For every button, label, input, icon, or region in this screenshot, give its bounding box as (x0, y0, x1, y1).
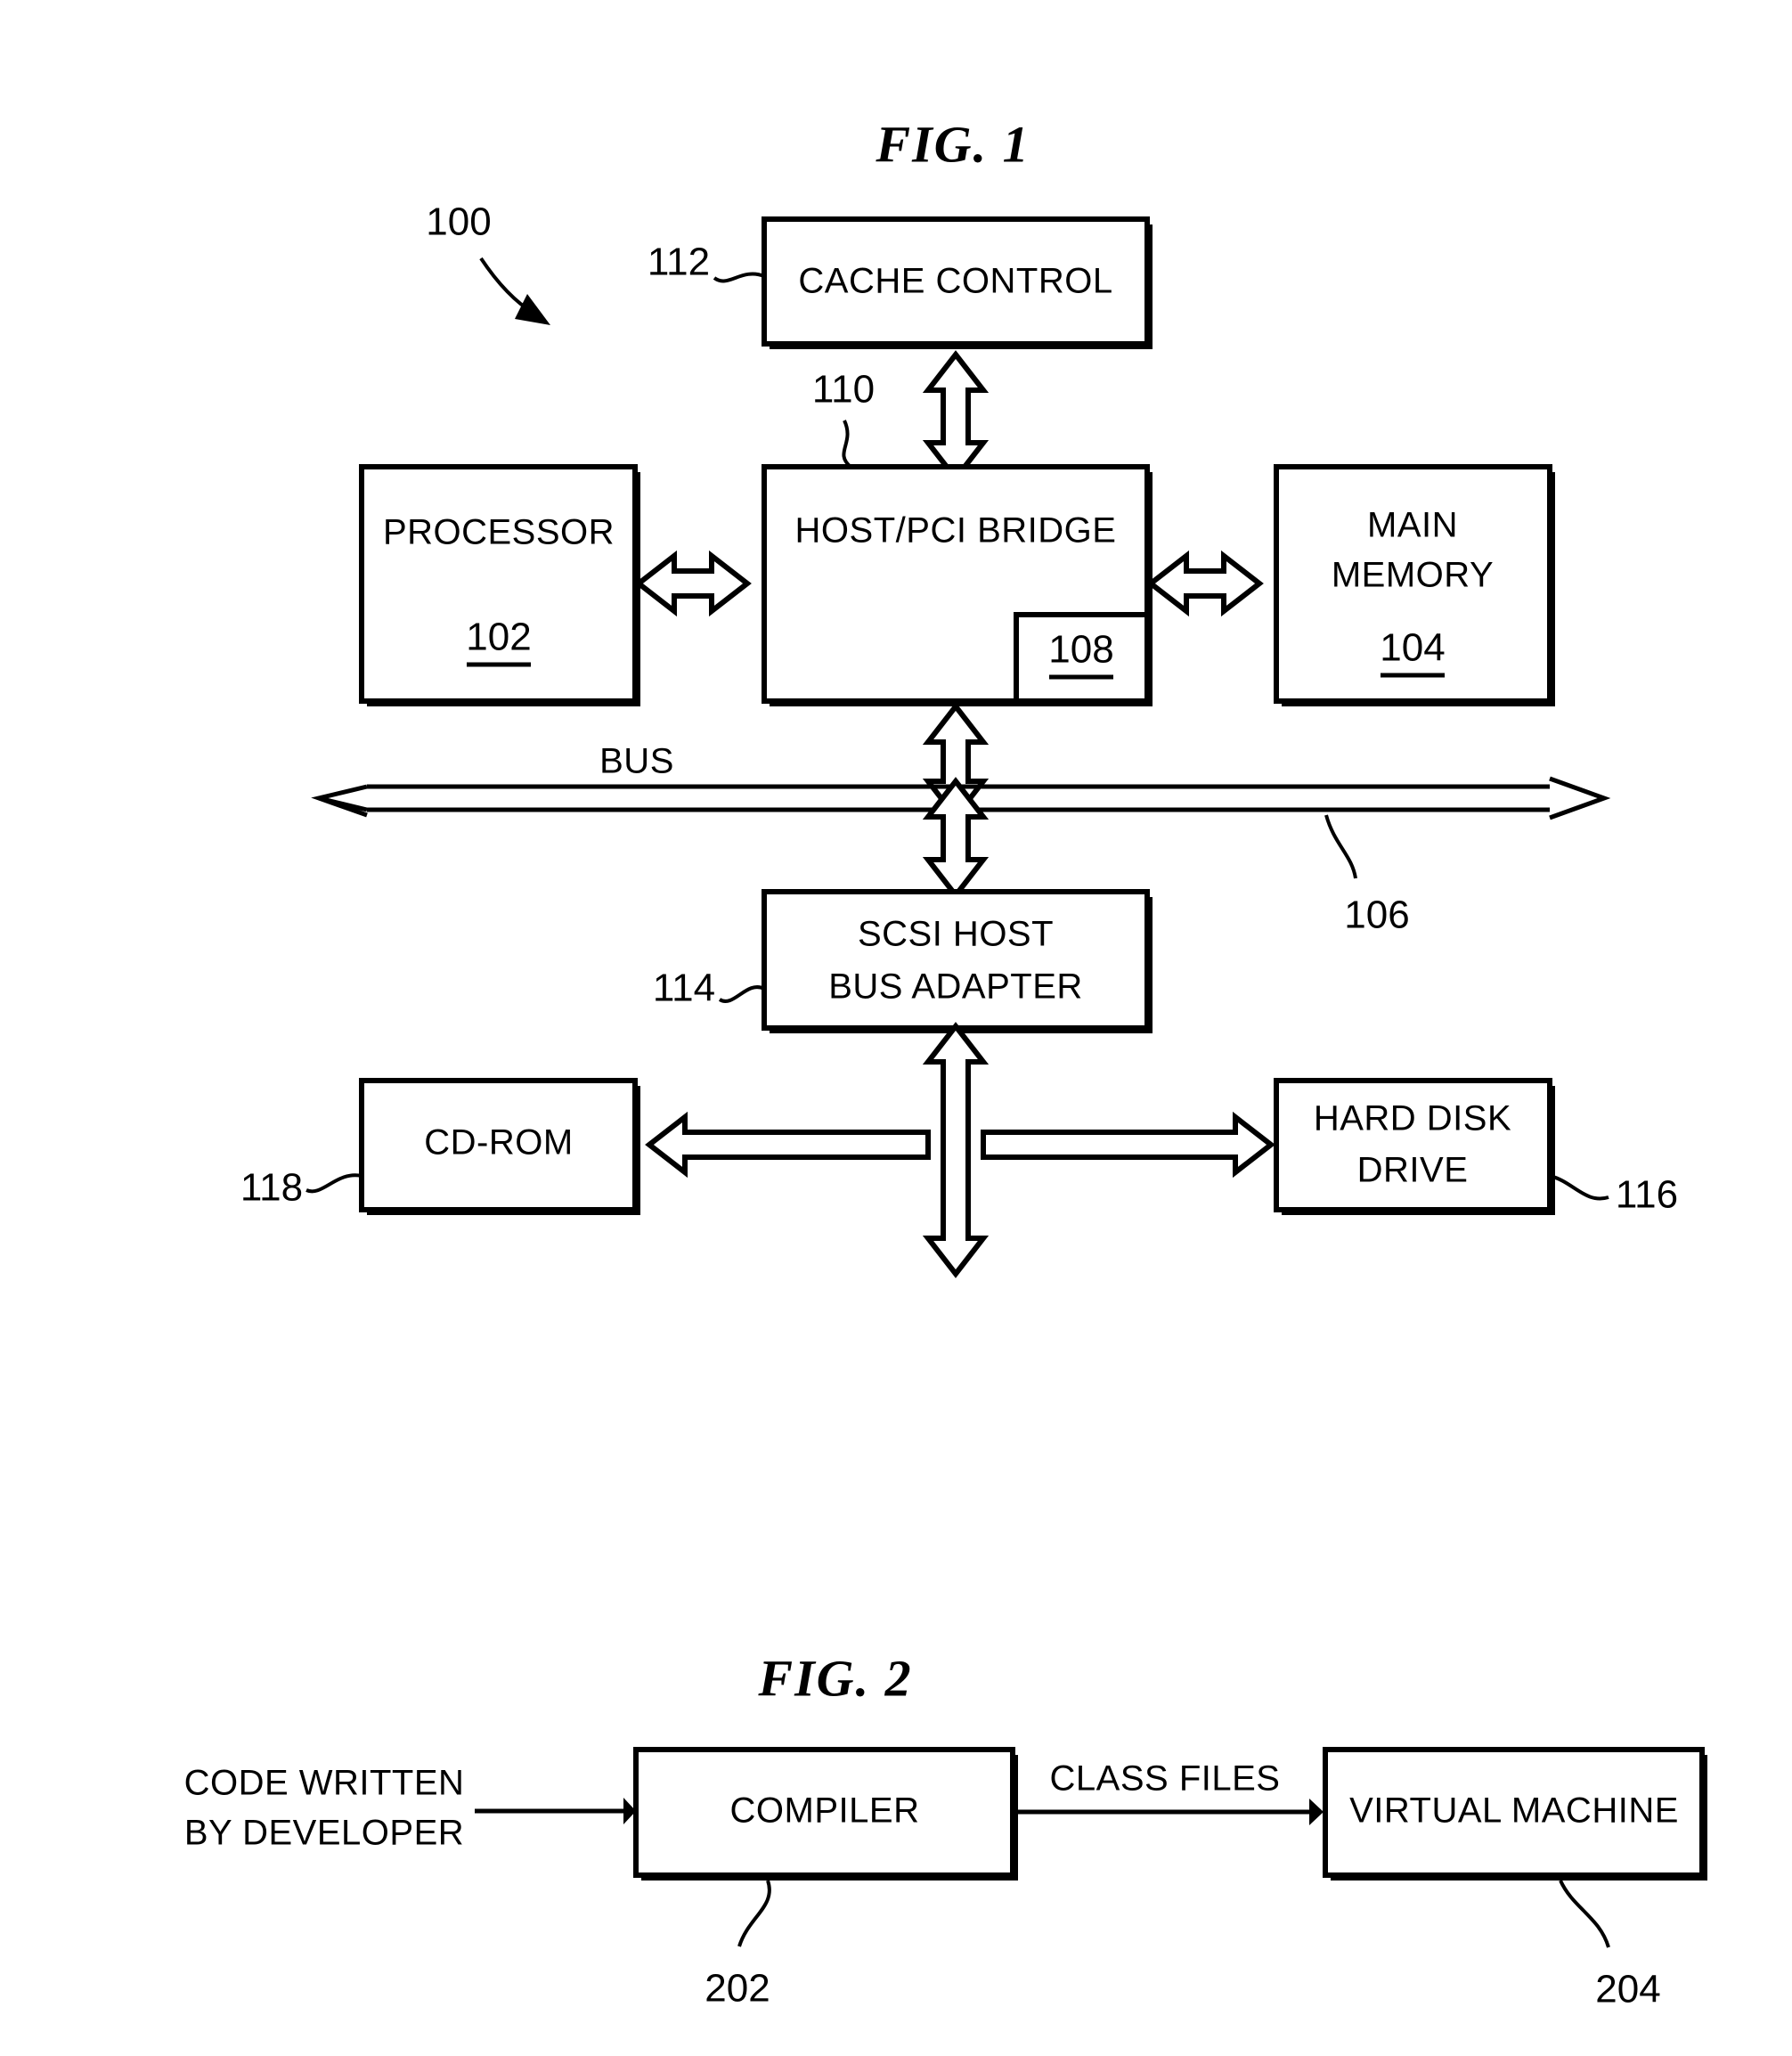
fig2-input-label-line1: CODE WRITTEN (184, 1764, 465, 1803)
hard-disk-drive-label-line1: HARD DISK (1314, 1099, 1511, 1138)
fig2-input-label-line2: BY DEVELOPER (184, 1814, 464, 1853)
bus-scsi-double-arrow (922, 777, 990, 900)
cache-control-label: CACHE CONTROL (798, 262, 1112, 301)
ref-202-leader (737, 1880, 771, 1947)
processor-label: PROCESSOR (383, 513, 615, 552)
ref-204-label: 204 (1595, 1968, 1660, 2011)
fig2-input-arrow (475, 1798, 636, 1824)
ref-104-label: 104 (1380, 626, 1445, 670)
ref-100-arrowhead (515, 294, 550, 325)
ref-110-leader (842, 420, 852, 469)
cache-bridge-double-arrow (922, 350, 990, 483)
bridge-memory-double-arrow (1146, 550, 1264, 617)
ref-106-label: 106 (1344, 893, 1409, 937)
ref-110-label: 110 (812, 368, 875, 412)
ref-116-leader (1549, 1174, 1609, 1201)
cd-rom-label: CD-ROM (424, 1123, 573, 1163)
scsi-adapter-box (762, 889, 1150, 1031)
fig2-classfiles-arrow (1018, 1799, 1324, 1825)
bridge-ref-108: 108 (1048, 628, 1114, 680)
ref-118-label: 118 (240, 1166, 303, 1210)
compiler-label: COMPILER (730, 1791, 920, 1831)
scsi-devices-vertical-double-arrow (922, 1022, 990, 1278)
ref-118-leader (305, 1173, 362, 1194)
bus-label: BUS (599, 742, 674, 781)
hard-disk-drive-label-line2: DRIVE (1357, 1151, 1469, 1190)
processor-ref-102: 102 (466, 616, 532, 667)
figure-2-group: FIG. 2 CODE WRITTEN BY DEVELOPER COMPILE… (184, 1649, 1707, 2011)
ref-114-label: 114 (653, 967, 715, 1010)
ref-108-label: 108 (1048, 628, 1113, 672)
ref-114-leader (718, 985, 765, 1003)
fig2-edge-label: CLASS FILES (1050, 1759, 1281, 1799)
figure-1-group: FIG. 1 100 CACHE CONTROL 112 110 PROCESS… (240, 115, 1678, 1278)
scsi-adapter-label-line2: BUS ADAPTER (828, 967, 1083, 1007)
host-pci-bridge-label: HOST/PCI BRIDGE (795, 511, 1117, 551)
main-memory-ref-104: 104 (1380, 626, 1446, 678)
processor-bridge-double-arrow (634, 550, 752, 617)
figure-2-title: FIG. 2 (757, 1649, 912, 1707)
ref-112-label: 112 (648, 241, 710, 284)
scsi-adapter-label-line1: SCSI HOST (858, 915, 1054, 954)
hdd-right-arrow-segment (981, 1111, 1275, 1179)
ref-116-label: 116 (1616, 1173, 1678, 1217)
ref-102-label: 102 (466, 616, 531, 659)
virtual-machine-label: VIRTUAL MACHINE (1349, 1791, 1679, 1831)
patent-drawing-sheet: FIG. 1 100 CACHE CONTROL 112 110 PROCESS… (0, 0, 1792, 2056)
main-memory-label-line2: MEMORY (1332, 556, 1494, 595)
ref-112-leader (713, 272, 765, 283)
ref-106-leader (1324, 814, 1357, 879)
ref-100-label: 100 (426, 200, 491, 244)
main-memory-label-line1: MAIN (1367, 506, 1458, 545)
figure-1-title: FIG. 1 (875, 115, 1030, 173)
ref-204-leader (1559, 1880, 1610, 1948)
ref-202-label: 202 (705, 1967, 770, 2011)
cdrom-left-arrow-segment (645, 1111, 931, 1179)
